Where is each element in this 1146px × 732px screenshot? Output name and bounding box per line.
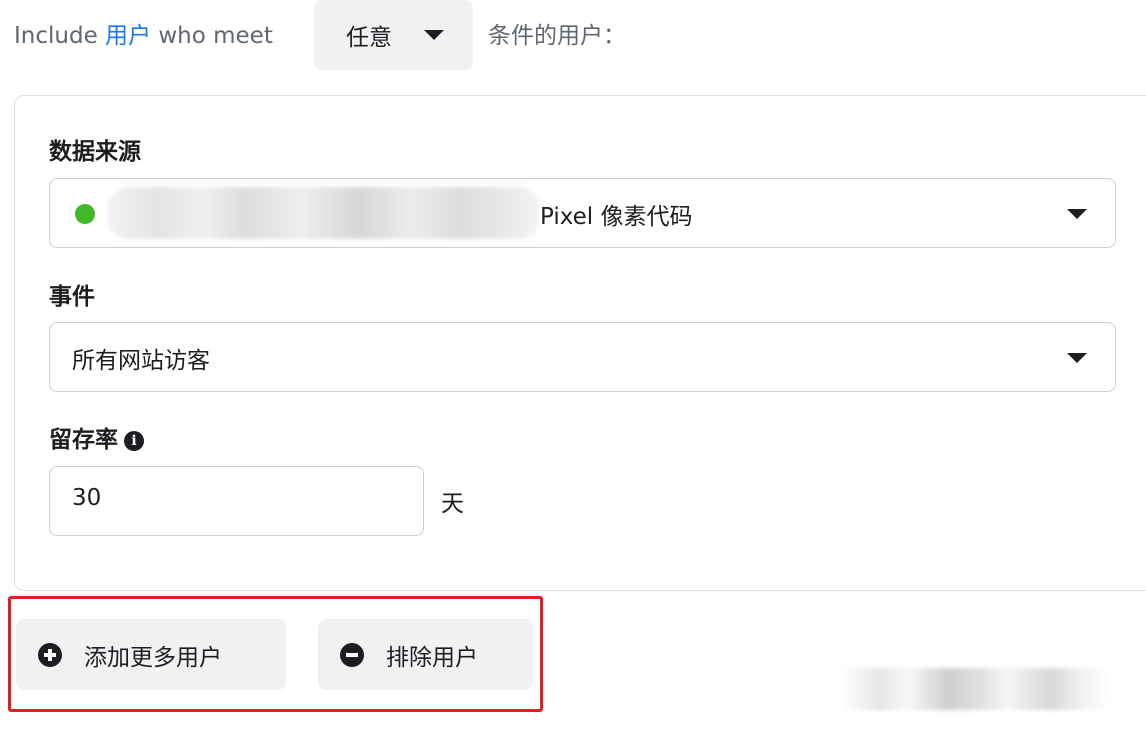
retention-label: 留存率 (49, 427, 118, 453)
event-select[interactable]: 所有网站访客 (49, 322, 1116, 392)
condition-suffix: 条件的用户： (488, 23, 626, 49)
redacted-pixel-name (108, 187, 540, 239)
caret-down-icon (1067, 353, 1087, 363)
event-value: 所有网站访客 (72, 348, 210, 374)
data-source-select[interactable]: Pixel 像素代码 (49, 178, 1116, 248)
exclude-users-label: 排除用户 (386, 645, 478, 671)
include-prefix: Include (14, 23, 98, 49)
match-any-dropdown[interactable]: 任意 (314, 0, 473, 70)
include-middle: who meet (158, 23, 273, 49)
exclude-users-button[interactable]: 排除用户 (318, 619, 533, 690)
audience-rule-card: 数据来源 Pixel 像素代码 事件 所有网站访客 留存率 i 天 (14, 95, 1146, 591)
data-source-value: Pixel 像素代码 (540, 204, 693, 230)
minus-circle-icon (340, 643, 364, 667)
retention-unit: 天 (441, 491, 464, 517)
add-more-users-label: 添加更多用户 (84, 645, 222, 671)
caret-down-icon (1067, 209, 1087, 219)
info-icon[interactable]: i (124, 431, 144, 451)
plus-circle-icon (38, 643, 62, 667)
add-more-users-button[interactable]: 添加更多用户 (16, 619, 286, 690)
status-dot-icon (75, 204, 95, 224)
retention-label-row: 留存率 i (49, 420, 144, 454)
retention-days-input[interactable] (72, 485, 392, 511)
event-label: 事件 (49, 284, 95, 310)
include-condition-row: Include 用户 who meet 任意 条件的用户： (14, 0, 714, 70)
users-link[interactable]: 用户 (105, 23, 151, 49)
data-source-label: 数据来源 (49, 139, 141, 165)
retention-days-field[interactable] (49, 466, 424, 536)
redacted-watermark (840, 668, 1110, 710)
match-any-value: 任意 (346, 25, 392, 51)
caret-down-icon (424, 30, 444, 40)
include-sentence: Include 用户 who meet (14, 16, 273, 50)
